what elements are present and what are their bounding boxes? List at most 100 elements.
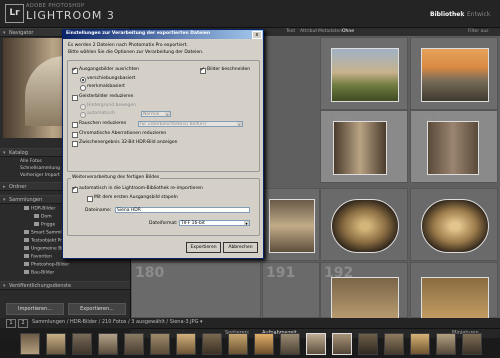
photo-cell[interactable]: [410, 188, 498, 261]
filmstrip-thumb[interactable]: [410, 333, 430, 355]
brand-title: LIGHTROOM 3: [26, 9, 115, 22]
filter-off[interactable]: Filter aus: [468, 29, 489, 34]
filter-tab-none[interactable]: Ohne: [342, 29, 354, 34]
lightroom-logo: Lr: [5, 4, 24, 23]
collection-prigge[interactable]: Prigge: [34, 222, 55, 229]
filmstrip-thumb[interactable]: [228, 333, 248, 355]
collection-photoshop[interactable]: Photoshop-Bilder: [24, 262, 69, 269]
filmstrip-thumb[interactable]: [72, 333, 92, 355]
photo-cell[interactable]: [410, 37, 498, 110]
folder-icon: [24, 254, 29, 258]
collection-hdr[interactable]: HDR-Bilder: [24, 206, 55, 213]
filename-field[interactable]: Siena HDR: [115, 207, 250, 213]
chroma-label: Chromatische Aberrationen reduzieren: [79, 131, 167, 136]
filter-tab-attribute[interactable]: Attribut: [300, 29, 317, 34]
filmstrip-thumb[interactable]: [462, 333, 482, 355]
filmstrip-thumb[interactable]: [436, 333, 456, 355]
filmstrip-thumb[interactable]: [20, 333, 40, 355]
align-shift-radio[interactable]: [80, 77, 86, 83]
show-intermediate-checkbox[interactable]: [72, 141, 78, 147]
reimport-label: automatisch in die Lightroom-Bibliothek …: [79, 186, 203, 191]
crop-images-checkbox[interactable]: [200, 66, 206, 74]
export-dialog-button[interactable]: Exportieren: [186, 242, 221, 253]
chevron-down-icon: ▾: [237, 122, 242, 127]
export-button[interactable]: Exportieren...: [68, 303, 126, 315]
export-settings-dialog: Einstellungen zur Verarbeitung der expor…: [62, 29, 264, 259]
ghost-label: Geisterbilder reduzieren: [79, 94, 134, 99]
noise-label: Rauschen reduzieren: [79, 121, 127, 126]
filmstrip-thumb[interactable]: [280, 333, 300, 355]
folder-icon: [24, 270, 29, 274]
photo-cell[interactable]: [410, 262, 498, 319]
ghost-auto-label: automatisch: [87, 111, 115, 116]
collection-dom[interactable]: Dom: [34, 214, 52, 221]
align-checkbox[interactable]: [72, 66, 78, 74]
cancel-button[interactable]: Abbrechen: [223, 242, 258, 253]
collection-favorites[interactable]: Favoriten: [24, 254, 52, 261]
filename-label: Dateiname:: [85, 208, 112, 213]
folder-icon: [24, 206, 29, 210]
ghost-checkbox[interactable]: [72, 95, 78, 101]
close-button[interactable]: x: [252, 31, 262, 39]
filmstrip-thumb[interactable]: [124, 333, 144, 355]
photo-cell[interactable]: [262, 188, 320, 261]
collection-building[interactable]: Bau-Bilder: [24, 270, 54, 277]
align-feature-label: merkmalsbasiert: [87, 84, 125, 89]
filmstrip-thumb[interactable]: [46, 333, 66, 355]
ghost-bg-label: Hintergrund bewegen: [87, 103, 137, 108]
catalog-item-all[interactable]: Alle Fotos: [20, 159, 42, 165]
filmstrip-source-path[interactable]: Sammlungen / HDR-Bilder / 210 Fotos / 3 …: [32, 319, 203, 325]
screen-2-button[interactable]: 2: [18, 319, 28, 328]
filmstrip-thumb[interactable]: [384, 333, 404, 355]
ghost-auto-radio[interactable]: [80, 112, 86, 118]
filmstrip-thumb[interactable]: [358, 333, 378, 355]
folder-icon: [34, 222, 39, 226]
filmstrip-thumb[interactable]: [150, 333, 170, 355]
folder-icon: [24, 262, 29, 266]
dialog-title: Einstellungen zur Verarbeitung der expor…: [66, 31, 211, 36]
align-label: Ausgangsbilder ausrichten: [79, 67, 139, 72]
filmstrip-thumb[interactable]: [176, 333, 196, 355]
photo-cell[interactable]: 180: [320, 110, 408, 183]
dialog-intro-2: Bitte wählen Sie die Optionen zur Verarb…: [68, 50, 204, 55]
dialog-intro-1: Es werden 2 Dateien nach Photomatix Pro …: [68, 43, 188, 48]
crop-images-label: Bilder beschneiden: [207, 67, 251, 72]
filter-tab-text[interactable]: Text: [286, 29, 295, 34]
folder-icon: [24, 238, 29, 242]
stack-label: Mit dem ersten Ausgangsbild stapeln: [94, 195, 178, 200]
module-develop[interactable]: Entwick: [467, 11, 490, 18]
reimport-checkbox[interactable]: [72, 185, 78, 193]
align-feature-radio[interactable]: [80, 85, 86, 91]
format-select[interactable]: TIFF 16-bit ▾: [179, 220, 250, 226]
filter-tab-metadata[interactable]: Metadaten: [318, 29, 342, 34]
filmstrip-thumb[interactable]: [98, 333, 118, 355]
photo-cell[interactable]: [320, 37, 408, 110]
noise-checkbox[interactable]: [72, 122, 78, 128]
filmstrip-thumb[interactable]: [202, 333, 222, 355]
catalog-item-previous[interactable]: Vorheriger Import: [20, 173, 60, 179]
module-separator: |: [461, 11, 464, 18]
folder-icon: [24, 246, 29, 250]
filmstrip-thumb-selected[interactable]: [332, 333, 352, 355]
module-library[interactable]: Bibliothek: [430, 11, 464, 18]
ghost-level-select[interactable]: Normal ▾: [141, 111, 171, 117]
catalog-item-quick[interactable]: Schnellsammlung +: [20, 166, 65, 172]
photo-cell[interactable]: 192: [320, 262, 408, 319]
filmstrip-thumb-selected[interactable]: [306, 333, 326, 355]
photo-cell[interactable]: 191: [410, 110, 498, 183]
screen-1-button[interactable]: 1: [6, 319, 16, 328]
photo-cell[interactable]: 191: [262, 262, 320, 318]
noise-select[interactable]: für unterbelichtete(s) Bild(er) ▾: [138, 121, 243, 127]
publish-services-header[interactable]: ▾ Veröffentlichungsdienste: [0, 281, 130, 290]
stack-checkbox[interactable]: [87, 196, 93, 202]
chevron-down-icon: ▾: [165, 112, 170, 117]
chevron-down-icon: ▾: [244, 221, 249, 226]
photo-cell[interactable]: 180: [131, 262, 261, 318]
align-shift-label: verschiebungsbasiert: [87, 76, 136, 81]
chroma-checkbox[interactable]: [72, 132, 78, 138]
ghost-bg-radio[interactable]: [80, 104, 86, 110]
import-button[interactable]: Importieren...: [6, 303, 64, 315]
folder-icon: [34, 214, 39, 218]
photo-cell[interactable]: [320, 188, 408, 261]
filmstrip-thumb[interactable]: [254, 333, 274, 355]
